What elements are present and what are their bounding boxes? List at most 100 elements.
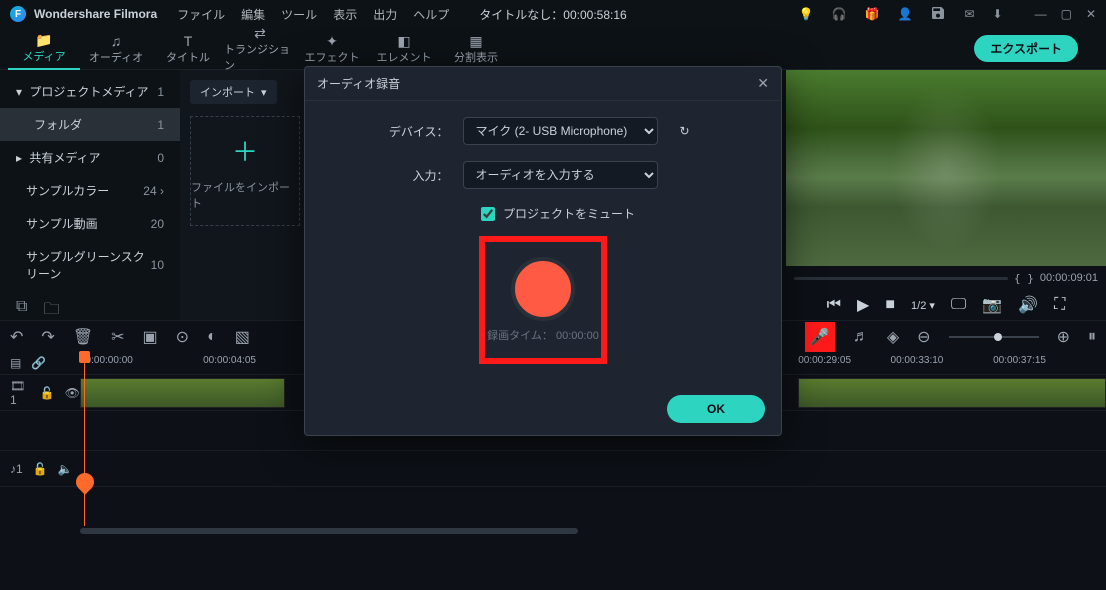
ok-button[interactable]: OK: [667, 395, 765, 423]
greenscreen-icon[interactable]: ▧: [235, 327, 250, 347]
zoom-slider[interactable]: [949, 336, 1039, 338]
eye-icon[interactable]: 👁: [65, 386, 80, 400]
tab-split[interactable]: ▦分割表示: [440, 28, 512, 70]
input-select[interactable]: オーディオを入力する: [463, 161, 658, 189]
menu-view[interactable]: 表示: [333, 6, 357, 23]
sidebar-item-label: フォルダ: [16, 116, 82, 133]
redo-icon[interactable]: ↷: [41, 327, 54, 347]
shapes-icon: ◧: [397, 33, 410, 49]
window-close-icon[interactable]: ✕: [1086, 7, 1096, 21]
timeline-scrollbar[interactable]: [0, 526, 1106, 536]
layers-icon[interactable]: ▤: [10, 356, 21, 370]
menu-edit[interactable]: 編集: [241, 6, 265, 23]
menu-file[interactable]: ファイル: [177, 6, 225, 23]
tab-label: エレメント: [377, 49, 432, 65]
lock-icon[interactable]: 🔓: [33, 462, 48, 476]
device-select[interactable]: マイク (2- USB Microphone): [463, 117, 658, 145]
crop-icon[interactable]: ▣: [143, 327, 158, 347]
sidebar-item-folder[interactable]: フォルダ1: [0, 108, 180, 141]
mute-icon[interactable]: 🔈: [58, 462, 73, 476]
folder-icon[interactable]: 🗀: [43, 298, 59, 325]
tab-effect[interactable]: ✦エフェクト: [296, 28, 368, 70]
timeline-audio-track[interactable]: ♪1 🔓 🔈: [0, 450, 1106, 486]
sidebar-item-sample-color[interactable]: サンプルカラー24 ›: [0, 174, 180, 207]
tab-transition[interactable]: ⇄トランジション: [224, 28, 296, 70]
ruler-tick: 00:00:29:05: [798, 355, 851, 366]
track-label: ♪1: [10, 462, 23, 476]
import-dropzone[interactable]: ＋ ファイルをインポート: [190, 116, 300, 226]
undo-icon[interactable]: ↶: [10, 327, 23, 347]
timeline-clip[interactable]: [80, 378, 285, 408]
zoom-in-icon[interactable]: ⊕: [1057, 327, 1070, 347]
gift-icon[interactable]: 🎁: [865, 7, 880, 21]
refresh-icon[interactable]: ↻: [672, 118, 698, 144]
music-icon: ♫: [111, 33, 122, 49]
skip-back-icon[interactable]: ⏮: [827, 296, 841, 314]
bracket-display: { }: [1014, 272, 1034, 285]
cut-icon[interactable]: ✂: [111, 327, 124, 347]
lightbulb-icon[interactable]: 💡: [799, 7, 814, 21]
tab-title[interactable]: Tタイトル: [152, 28, 224, 70]
timeline-clip[interactable]: [798, 378, 1106, 408]
sidebar-item-sample-video[interactable]: サンプル動画20: [0, 207, 180, 240]
tab-label: トランジション: [224, 41, 296, 73]
camera-icon[interactable]: 📷: [982, 295, 1002, 315]
tab-label: メディア: [22, 48, 65, 64]
mail-icon[interactable]: ✉: [964, 7, 974, 21]
lock-icon[interactable]: 🔓: [40, 386, 55, 400]
tab-label: オーディオ: [89, 49, 143, 65]
menu-output[interactable]: 出力: [373, 6, 397, 23]
tab-label: エフェクト: [305, 49, 360, 65]
new-folder-icon[interactable]: ⧉: [16, 298, 27, 325]
play-icon[interactable]: ▶: [857, 295, 869, 315]
sidebar-item-label: サンプルグリーンスクリーン: [16, 248, 151, 282]
color-icon[interactable]: ◐: [207, 328, 217, 346]
user-icon[interactable]: 👤: [898, 7, 913, 21]
export-button[interactable]: エクスポート: [974, 35, 1078, 62]
tab-label: 分割表示: [454, 49, 498, 65]
tab-row: 📁メディア ♫オーディオ Tタイトル ⇄トランジション ✦エフェクト ◧エレメン…: [0, 28, 1106, 70]
mute-project-checkbox[interactable]: [481, 207, 495, 221]
zoom-fit-icon[interactable]: ⏸: [1088, 328, 1096, 346]
delete-icon[interactable]: 🗑: [73, 327, 93, 347]
sidebar-item-sample-greenscreen[interactable]: サンプルグリーンスクリーン10: [0, 240, 180, 290]
menu-tools[interactable]: ツール: [281, 6, 317, 23]
tab-element[interactable]: ◧エレメント: [368, 28, 440, 70]
preview-video[interactable]: [786, 70, 1106, 266]
menu-help[interactable]: ヘルプ: [413, 6, 449, 23]
link-icon[interactable]: 🔗: [31, 356, 46, 370]
import-button[interactable]: インポート ▾: [190, 80, 277, 104]
sidebar-item-project-media[interactable]: ▾ プロジェクトメディア1: [0, 75, 180, 108]
record-time: 録画タイム： 00:00:00: [487, 327, 599, 343]
window-maximize-icon[interactable]: ▢: [1061, 7, 1072, 21]
sidebar-item-shared-media[interactable]: ▸ 共有メディア0: [0, 141, 180, 174]
monitor-icon[interactable]: 🖵: [951, 296, 966, 314]
chevron-down-icon: ▾: [261, 86, 267, 99]
playback-speed[interactable]: 1/2 ▾: [911, 299, 935, 312]
marker-icon[interactable]: ◈: [887, 327, 899, 347]
tab-audio[interactable]: ♫オーディオ: [80, 28, 152, 70]
tab-media[interactable]: 📁メディア: [8, 28, 80, 70]
stop-icon[interactable]: ■: [885, 296, 895, 314]
preview-scrubber: { } 00:00:09:01: [786, 266, 1106, 290]
save-icon[interactable]: [930, 5, 946, 24]
close-icon[interactable]: ✕: [757, 75, 769, 92]
headphones-icon[interactable]: 🎧: [832, 7, 847, 21]
timeline-playhead[interactable]: [84, 352, 85, 536]
chevron-down-icon: ▾: [16, 85, 26, 99]
chevron-right-icon: ›: [160, 184, 164, 198]
record-button[interactable]: [511, 257, 575, 321]
app-logo: F: [10, 6, 26, 22]
sidebar: ▾ プロジェクトメディア1 フォルダ1 ▸ 共有メディア0 サンプルカラー24 …: [0, 70, 180, 320]
zoom-out-icon[interactable]: ⊖: [917, 327, 930, 347]
audio-mixer-icon[interactable]: ♬: [853, 328, 869, 346]
fullscreen-icon[interactable]: ⛶: [1054, 296, 1065, 314]
download-icon[interactable]: ⬇: [993, 7, 1003, 21]
sidebar-item-label: 共有メディア: [29, 151, 100, 165]
voiceover-button[interactable]: 🎤: [805, 322, 835, 352]
preview-panel: { } 00:00:09:01 ⏮ ▶ ■ 1/2 ▾ 🖵 📷 🔊 ⛶: [786, 70, 1106, 320]
window-minimize-icon[interactable]: —: [1035, 7, 1047, 21]
scrubber-track[interactable]: [794, 277, 1008, 280]
volume-icon[interactable]: 🔊: [1018, 295, 1038, 315]
speed-icon[interactable]: ⊙: [176, 327, 189, 347]
